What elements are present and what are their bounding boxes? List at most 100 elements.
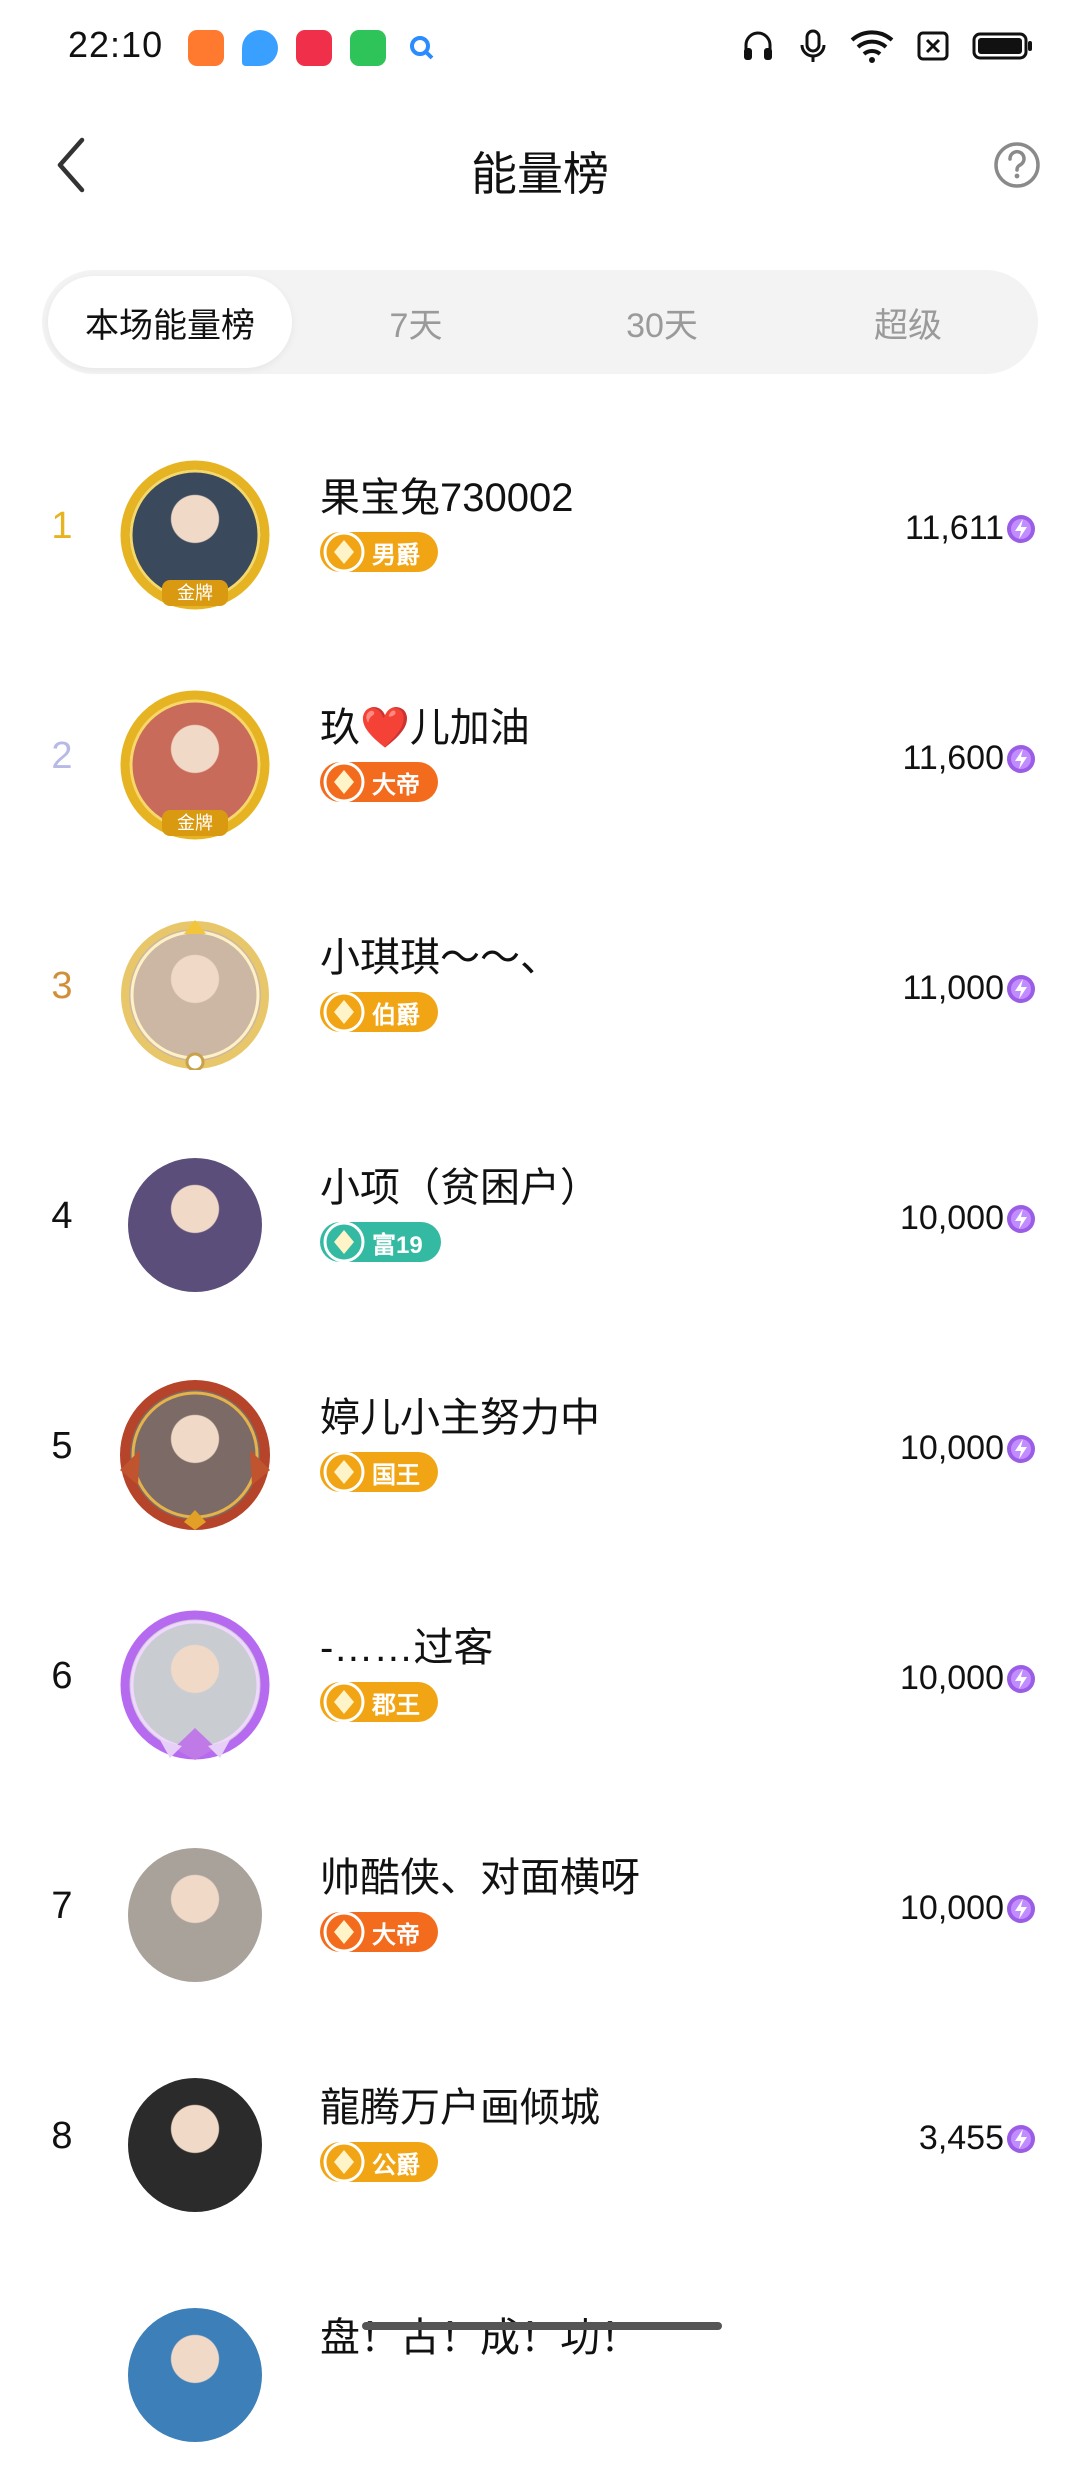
page-title: 能量榜 — [471, 148, 609, 200]
video-player-icon — [296, 30, 332, 66]
username: 婷儿小主努力中 — [320, 1396, 600, 1440]
wifi-icon — [850, 30, 894, 63]
badge-emblem-icon — [323, 1911, 365, 1953]
headphones-icon — [744, 31, 772, 60]
angel-avatar-frame — [121, 920, 269, 1070]
list-item[interactable]: 8 龍腾万户画倾城公爵 3,455 — [0, 2030, 1080, 2260]
tab-super[interactable]: 超级 — [786, 276, 1030, 368]
list-item[interactable]: 2 金牌 玖❤️儿加油大帝 11,600 — [0, 650, 1080, 880]
list-item[interactable]: 5 婷儿小主努力中 国王 10,000 — [0, 1340, 1080, 1570]
video-app-icon — [188, 30, 224, 66]
status-icons — [740, 28, 1034, 64]
tab-30-days[interactable]: 30天 — [540, 276, 784, 368]
home-indicator[interactable] — [362, 2322, 722, 2330]
status-bar: 22:10 — [0, 0, 1080, 96]
badge-emblem-icon — [323, 991, 365, 1033]
username: 小项（贫困户） — [320, 1166, 600, 1210]
frame-label: 金牌 — [177, 813, 213, 834]
level-badge: 大帝 — [320, 761, 438, 803]
energy-icon — [1007, 2125, 1035, 2153]
battery-icon — [972, 32, 1032, 60]
tab-current-session[interactable]: 本场能量榜 — [48, 276, 292, 368]
energy-score: 10,000 — [900, 1429, 1004, 1467]
list-item[interactable]: 盘！古！成！功！ — [0, 2260, 1080, 2490]
rank-number: 4 — [51, 1195, 73, 1237]
badge-label: 郡王 — [372, 1691, 420, 1719]
avatar[interactable] — [120, 920, 270, 1070]
energy-score: 3,455 — [918, 2119, 1004, 2157]
ranking-period-tabs: 本场能量榜 7天 30天 超级 — [42, 270, 1038, 374]
username: 盘！古！成！功！ — [320, 2316, 640, 2360]
energy-icon — [1007, 515, 1035, 543]
microphone-icon — [800, 29, 826, 62]
level-badge: 大帝 — [320, 1911, 438, 1953]
rank-number: 6 — [51, 1655, 73, 1697]
badge-emblem-icon — [323, 1451, 365, 1493]
list-item[interactable]: 1 金牌 果宝兔730002 男爵 11,611 — [0, 420, 1080, 650]
list-item[interactable]: 4 小项（贫困户） 富19 10,000 — [0, 1110, 1080, 1340]
level-badge: 富19 — [320, 1221, 441, 1263]
username: -……过客 — [320, 1626, 494, 1670]
sim-off-icon — [917, 31, 949, 61]
frame-label: 金牌 — [177, 583, 213, 604]
avatar[interactable] — [120, 1610, 270, 1760]
header-bar: 能量榜 — [0, 110, 1080, 220]
avatar[interactable] — [120, 1380, 270, 1530]
badge-label: 富19 — [372, 1231, 423, 1259]
username: 玖❤️儿加油 — [320, 706, 530, 750]
rank-number: 8 — [51, 2115, 73, 2157]
search-app-icon — [404, 30, 440, 66]
energy-score: 11,611 — [905, 509, 1004, 547]
energy-score: 10,000 — [900, 1659, 1004, 1697]
tab-7-days[interactable]: 7天 — [294, 276, 538, 368]
energy-icon — [1007, 1895, 1035, 1923]
energy-icon — [1007, 1205, 1035, 1233]
badge-emblem-icon — [323, 1221, 365, 1263]
rank-number: 1 — [51, 505, 73, 547]
notification-app-icons — [188, 30, 440, 66]
badge-label: 伯爵 — [372, 1001, 420, 1029]
avatar[interactable]: 金牌 — [120, 690, 270, 840]
avatar-image — [128, 1848, 262, 1982]
list-item[interactable]: 7 帅酷侠、对面横呀 大帝 10,000 — [0, 1800, 1080, 2030]
badge-emblem-icon — [323, 531, 365, 573]
badge-emblem-icon — [323, 1681, 365, 1723]
rank-number: 2 — [51, 735, 73, 777]
purple-avatar-frame — [120, 1610, 270, 1760]
level-badge: 公爵 — [320, 2141, 438, 2183]
energy-score: 11,600 — [902, 739, 1004, 777]
energy-icon — [1007, 1435, 1035, 1463]
help-button[interactable] — [992, 140, 1042, 190]
username: 小琪琪～～、 — [320, 936, 560, 980]
store-app-icon — [350, 30, 386, 66]
badge-label: 国王 — [372, 1461, 420, 1489]
status-time: 22:10 — [68, 24, 164, 65]
username: 龍腾万户画倾城 — [320, 2086, 600, 2130]
username: 帅酷侠、对面横呀 — [320, 1856, 640, 1900]
energy-score: 10,000 — [900, 1199, 1004, 1237]
energy-icon — [1007, 1665, 1035, 1693]
badge-label: 大帝 — [372, 771, 420, 799]
badge-emblem-icon — [323, 2141, 365, 2183]
avatar[interactable] — [120, 2300, 270, 2450]
energy-icon — [1007, 745, 1035, 773]
avatar[interactable]: 金牌 — [120, 460, 270, 610]
badge-label: 大帝 — [372, 1921, 420, 1949]
energy-score: 11,000 — [902, 969, 1004, 1007]
avatar[interactable] — [120, 1150, 270, 1300]
avatar[interactable] — [120, 1840, 270, 1990]
list-item[interactable]: 3 小琪琪～～、伯爵 11,000 — [0, 880, 1080, 1110]
question-mark-icon — [994, 142, 1040, 188]
avatar[interactable] — [120, 2070, 270, 2220]
red-avatar-frame — [120, 1380, 270, 1530]
avatar-image — [128, 2078, 262, 2212]
rank-number: 3 — [51, 965, 73, 1007]
energy-score: 10,000 — [900, 1889, 1004, 1927]
badge-label: 公爵 — [372, 2151, 420, 2179]
energy-icon — [1007, 975, 1035, 1003]
badge-emblem-icon — [323, 761, 365, 803]
badge-label: 男爵 — [372, 541, 420, 569]
level-badge: 国王 — [320, 1451, 438, 1493]
list-item[interactable]: 6 -……过客郡王 10,000 — [0, 1570, 1080, 1800]
gold-avatar-frame: 金牌 — [120, 460, 270, 610]
